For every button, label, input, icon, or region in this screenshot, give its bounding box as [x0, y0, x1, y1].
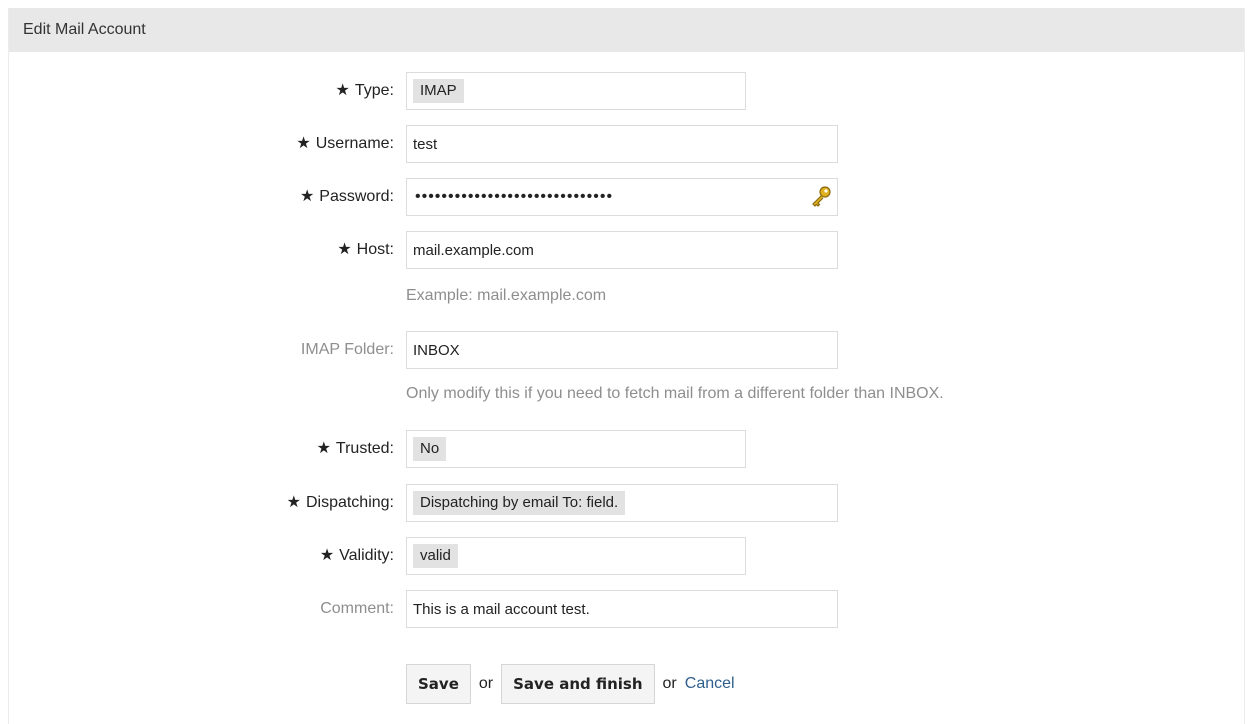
password-label: ★ Password: [299, 188, 394, 205]
imap-folder-row: IMAP Folder: [9, 331, 1244, 369]
type-row: ★ Type: IMAP [9, 72, 1244, 110]
imap-folder-input[interactable] [407, 332, 837, 368]
host-input[interactable] [407, 232, 837, 268]
or-separator: or [478, 675, 494, 692]
password-row: ★ Password: •••••••••••••••••••••••••••••… [9, 178, 1244, 216]
type-label: ★ Type: [335, 82, 394, 99]
password-input[interactable]: •••••••••••••••••••••••••••••• [406, 178, 838, 216]
host-field-wrap [406, 231, 838, 269]
imap-folder-label: IMAP Folder: [300, 341, 394, 358]
edit-mail-account-panel: Edit Mail Account ★ Type: IMAP ★ Username:… [8, 8, 1245, 724]
comment-field-wrap [406, 590, 838, 628]
host-row: ★ Host: [9, 231, 1244, 269]
host-label: ★ Host: [337, 241, 394, 258]
required-mark: ★ [319, 547, 335, 564]
dispatching-row: ★ Dispatching: Dispatching by email To: f… [9, 484, 1244, 522]
imap-folder-hint: Only modify this if you need to fetch ma… [406, 385, 944, 402]
panel-title: Edit Mail Account [23, 21, 146, 38]
comment-row: Comment: [9, 590, 1244, 628]
key-icon[interactable] [809, 185, 833, 209]
save-button[interactable]: Save [406, 664, 471, 704]
dispatching-selected-value: Dispatching by email To: field. [413, 491, 626, 515]
password-masked-value: •••••••••••••••••••••••••••••• [415, 188, 614, 205]
or-separator: or [662, 675, 677, 692]
trusted-select[interactable]: No [406, 430, 746, 468]
validity-selected-value: valid [413, 544, 458, 568]
dispatching-label: ★ Dispatching: [286, 494, 394, 511]
imap-folder-field-wrap [406, 331, 838, 369]
required-mark: ★ [316, 440, 331, 457]
username-input[interactable] [407, 126, 837, 162]
host-hint: Example: mail.example.com [406, 287, 607, 304]
required-mark: ★ [296, 135, 311, 152]
panel-header: Edit Mail Account [9, 8, 1244, 52]
trusted-row: ★ Trusted: No [9, 430, 1244, 468]
save-and-finish-button[interactable]: Save and finish [501, 664, 655, 704]
validity-select[interactable]: valid [406, 537, 746, 575]
comment-input[interactable] [407, 591, 837, 627]
type-select[interactable]: IMAP [406, 72, 746, 110]
validity-row: ★ Validity: valid [9, 537, 1244, 575]
username-field-wrap [406, 125, 838, 163]
username-row: ★ Username: [9, 125, 1244, 163]
required-mark: ★ [286, 494, 301, 511]
dispatching-select[interactable]: Dispatching by email To: field. [406, 484, 838, 522]
type-selected-value: IMAP [413, 79, 464, 103]
form-actions: Save or Save and finish or Cancel [406, 663, 735, 705]
validity-label: ★ Validity: [319, 547, 394, 564]
required-mark: ★ [299, 188, 315, 205]
cancel-link[interactable]: Cancel [685, 675, 735, 693]
trusted-label: ★ Trusted: [316, 440, 394, 457]
required-mark: ★ [337, 241, 352, 258]
required-mark: ★ [335, 82, 350, 99]
comment-label: Comment: [320, 600, 394, 617]
trusted-selected-value: No [413, 437, 447, 461]
username-label: ★ Username: [296, 135, 394, 152]
